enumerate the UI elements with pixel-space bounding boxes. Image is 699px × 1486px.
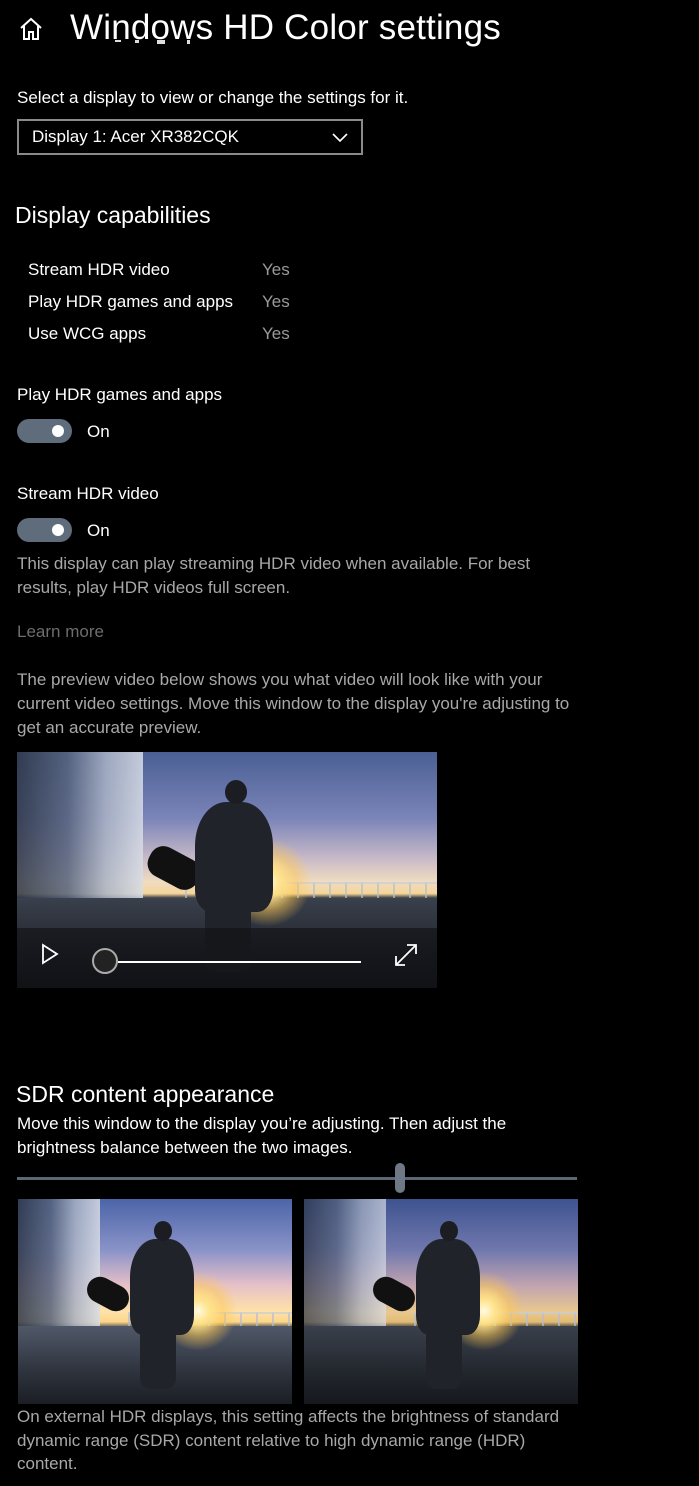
hdr-games-toggle-state: On: [87, 422, 110, 441]
capability-row: Use WCG apps Yes: [28, 324, 328, 344]
capability-value: Yes: [262, 292, 290, 311]
hdr-video-toggle-state: On: [87, 521, 110, 540]
capability-label: Play HDR games and apps: [28, 292, 234, 311]
display-select-dropdown[interactable]: Display 1: Acer XR382CQK: [17, 119, 363, 155]
learn-more-link[interactable]: Learn more: [17, 622, 104, 642]
fullscreen-icon: [395, 944, 417, 966]
sdr-footer-description: On external HDR displays, this setting a…: [17, 1407, 560, 1473]
capabilities-heading: Display capabilities: [15, 202, 211, 228]
video-controls: [17, 928, 437, 988]
hdr-video-label: Stream HDR video: [17, 484, 159, 503]
hdr-video-toggle[interactable]: [17, 518, 72, 542]
capability-row: Stream HDR video Yes: [28, 260, 328, 280]
play-icon: [42, 943, 59, 965]
sdr-instruction: Move this window to the display you’re a…: [17, 1114, 507, 1157]
preview-description: The preview video below shows you what v…: [17, 670, 570, 737]
toggle-knob: [52, 425, 64, 437]
sdr-preview-image-right: [304, 1199, 578, 1404]
sdr-brightness-slider-thumb[interactable]: [395, 1163, 405, 1193]
toggle-knob: [52, 524, 64, 536]
capability-value: Yes: [262, 324, 290, 343]
sdr-brightness-slider[interactable]: [17, 1177, 577, 1180]
hdr-video-description: This display can play streaming HDR vide…: [17, 554, 531, 597]
display-select-prompt: Select a display to view or change the s…: [17, 88, 409, 107]
hdr-games-toggle[interactable]: [17, 419, 72, 443]
capability-label: Use WCG apps: [28, 324, 147, 343]
display-select-value: Display 1: Acer XR382CQK: [32, 127, 239, 146]
chevron-down-icon: [332, 133, 348, 143]
sdr-preview-image-left: [18, 1199, 292, 1404]
capability-value: Yes: [262, 260, 290, 279]
home-icon: [20, 17, 42, 40]
seek-thumb[interactable]: [92, 948, 118, 974]
seek-track[interactable]: [118, 961, 361, 963]
capability-label: Stream HDR video: [28, 260, 170, 279]
capability-row: Play HDR games and apps Yes: [28, 292, 328, 312]
fullscreen-button[interactable]: [393, 942, 419, 968]
hdr-games-label: Play HDR games and apps: [17, 385, 223, 404]
scrolled-heading-remnant: [17, 40, 317, 62]
preview-video[interactable]: [17, 752, 437, 988]
sdr-heading: SDR content appearance: [16, 1081, 275, 1107]
play-button[interactable]: [37, 942, 61, 966]
